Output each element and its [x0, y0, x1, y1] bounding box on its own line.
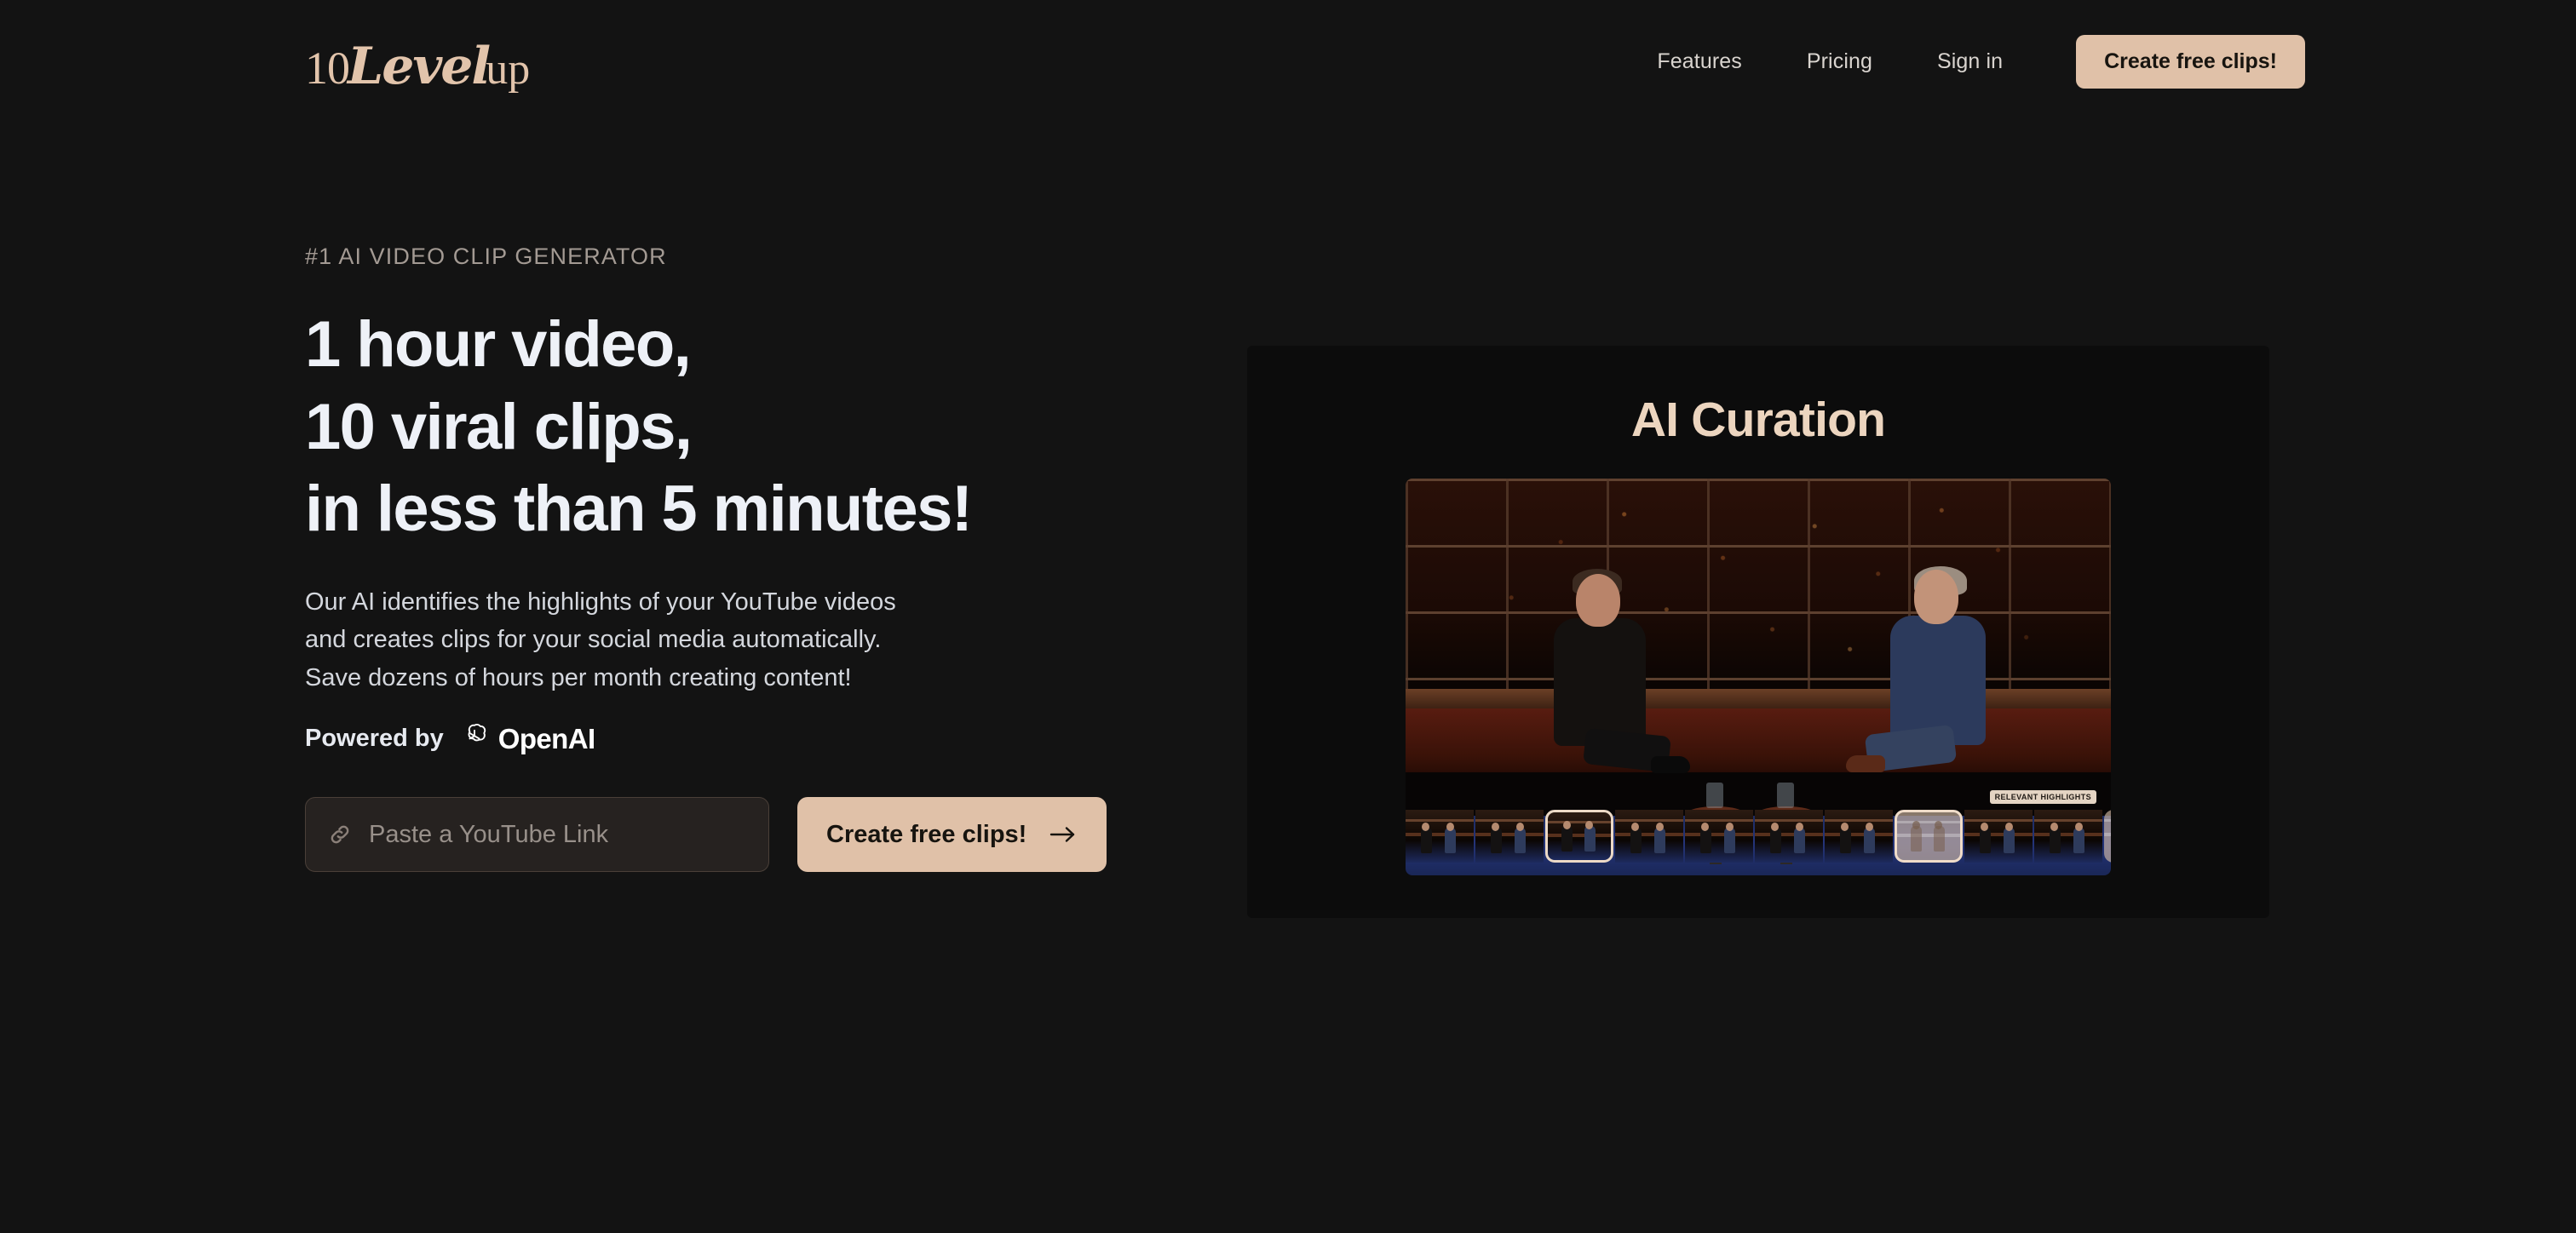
- video-window-grid: [1406, 479, 2111, 701]
- primary-nav: Features Pricing Sign in Create free cli…: [1624, 35, 2305, 89]
- powered-by-label: Powered by: [305, 725, 444, 753]
- openai-logo-icon: [459, 721, 490, 756]
- filmstrip-frame-highlighted[interactable]: [1895, 810, 1963, 863]
- nav-link-features[interactable]: Features: [1624, 49, 1774, 74]
- headline-line-3: in less than 5 minutes!: [305, 473, 973, 546]
- header-create-free-clips-button[interactable]: Create free clips!: [2076, 35, 2305, 89]
- filmstrip-frame-ghost[interactable]: [2104, 810, 2111, 863]
- subcopy-line-1: Our AI identifies the highlights of your…: [305, 588, 896, 616]
- showcase-title: AI Curation: [1630, 393, 1886, 447]
- nav-link-pricing[interactable]: Pricing: [1774, 49, 1905, 74]
- host-head: [1914, 570, 1959, 625]
- video-guest-figure: [1547, 569, 1690, 800]
- filmstrip-overlay[interactable]: [1406, 797, 2111, 875]
- powered-by-row: Powered by OpenAI: [305, 721, 1208, 756]
- filmstrip-frame-selected[interactable]: [1545, 810, 1613, 863]
- hero-content: #1 AI VIDEO CLIP GENERATOR 1 hour video,…: [305, 244, 1208, 873]
- filmstrip-frame[interactable]: [1685, 810, 1753, 863]
- headline-line-2: 10 viral clips,: [305, 390, 693, 463]
- logo-number: 10: [305, 43, 350, 94]
- hero-create-free-clips-button[interactable]: Create free clips!: [797, 797, 1107, 873]
- ai-curation-showcase: AI Curation RELEVANT HIGHLIGHTS: [1247, 346, 2269, 918]
- hero-headline: 1 hour video, 10 viral clips, in less th…: [305, 304, 1208, 551]
- subcopy-line-3: Save dozens of hours per month creating …: [305, 664, 852, 692]
- youtube-link-field[interactable]: [305, 797, 769, 873]
- filmstrip-frame[interactable]: [1755, 810, 1823, 863]
- hero-eyebrow: #1 AI VIDEO CLIP GENERATOR: [305, 244, 667, 269]
- site-header: 10Levelup Features Pricing Sign in Creat…: [0, 0, 2576, 152]
- brand-logo[interactable]: 10Levelup: [305, 41, 530, 92]
- video-preview[interactable]: RELEVANT HIGHLIGHTS: [1406, 479, 2111, 875]
- video-host-figure: [1846, 566, 1991, 804]
- nav-link-sign-in[interactable]: Sign in: [1905, 49, 2035, 74]
- guest-shoe: [1650, 756, 1690, 774]
- hero-cta-label: Create free clips!: [826, 820, 1027, 848]
- openai-lockup: OpenAI: [459, 721, 595, 756]
- arrow-right-icon: [1049, 824, 1078, 845]
- filmstrip-frame[interactable]: [2034, 810, 2102, 863]
- filmstrip-frame[interactable]: [1475, 810, 1544, 863]
- filmstrip-frame[interactable]: [1825, 810, 1893, 863]
- link-icon: [326, 821, 354, 848]
- filmstrip-frame[interactable]: [1406, 810, 1474, 863]
- hero-subcopy: Our AI identifies the highlights of your…: [305, 583, 1208, 698]
- video-window-ledge: [1406, 688, 2111, 709]
- guest-head: [1575, 574, 1620, 628]
- openai-wordmark: OpenAI: [497, 722, 595, 754]
- filmstrip-frame[interactable]: [1964, 810, 2033, 863]
- logo-suffix: up: [486, 45, 531, 94]
- filmstrip-frame[interactable]: [1615, 810, 1683, 863]
- headline-line-1: 1 hour video,: [305, 308, 692, 381]
- host-shoe: [1846, 755, 1886, 773]
- guest-torso: [1553, 618, 1646, 747]
- youtube-link-input[interactable]: [369, 820, 748, 849]
- hero-form: Create free clips!: [305, 797, 1208, 873]
- subcopy-line-2: and creates clips for your social media …: [305, 626, 882, 654]
- logo-script-word: Level: [348, 37, 491, 96]
